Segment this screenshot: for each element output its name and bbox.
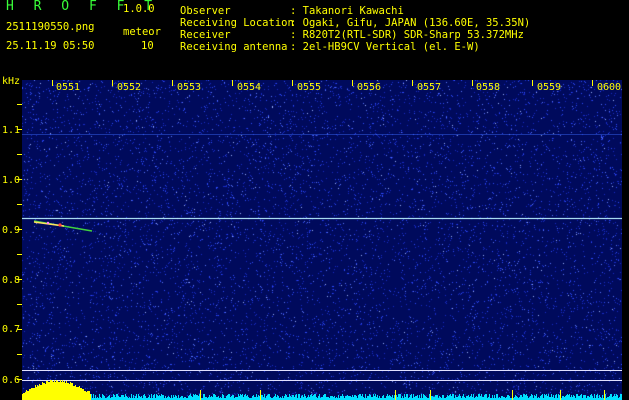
y-tick-label: 0.6 [2, 375, 20, 386]
spectrogram-axes: kHz 0551 0552 0553 0554 0555 0556 0557 0… [2, 76, 622, 400]
x-tick-label: 0556 [357, 82, 381, 93]
y-tick-label: 0.8 [2, 275, 20, 286]
y-axis-unit: kHz [2, 76, 20, 87]
signal-level-strip [22, 380, 622, 400]
y-tick-label: 1.1 [2, 125, 20, 136]
meteor-echo [33, 220, 93, 232]
x-tick-label: 0552 [117, 82, 141, 93]
y-tick-label: 0.9 [2, 225, 20, 236]
y-tick-label: 1.0 [2, 175, 20, 186]
y-tick-marks [17, 104, 22, 380]
x-tick-label: 0559 [537, 82, 561, 93]
x-tick-label: 0551 [56, 82, 80, 93]
hrofft-window: H R O F F T 1.0.0 2511190550.png 25.11.1… [0, 0, 629, 400]
x-tick-label: 0553 [177, 82, 201, 93]
x-tick-label: 0555 [297, 82, 321, 93]
x-tick-label: 0600 [597, 82, 621, 93]
x-tick-label: 0557 [417, 82, 441, 93]
x-tick-label: 0554 [237, 82, 261, 93]
x-tick-label: 0558 [476, 82, 500, 93]
